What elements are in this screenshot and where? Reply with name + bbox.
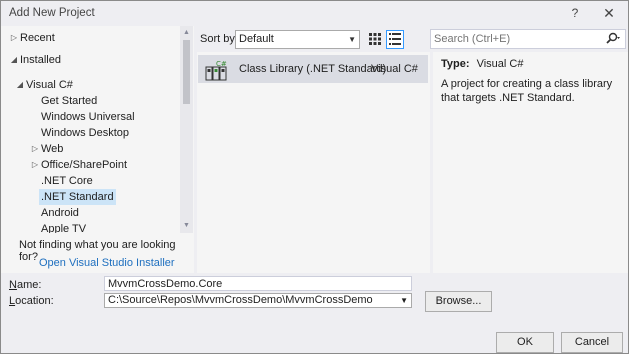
tree-item-windows-universal[interactable]: Windows Universal bbox=[41, 109, 135, 125]
tree-item-label: Recent bbox=[20, 32, 55, 44]
tree-item-net-core[interactable]: .NET Core bbox=[41, 173, 93, 189]
name-label: Name: bbox=[9, 279, 41, 291]
chevron-down-icon: ▼ bbox=[348, 35, 356, 44]
chevron-down-icon: ▼ bbox=[400, 296, 408, 305]
scroll-thumb[interactable] bbox=[183, 40, 190, 104]
tree-item-label: Web bbox=[41, 143, 64, 155]
help-button[interactable]: ? bbox=[565, 5, 585, 21]
tree-item-apple-tv[interactable]: Apple TV bbox=[41, 221, 86, 233]
ok-button[interactable]: OK bbox=[496, 332, 554, 353]
tree-item-windows-desktop[interactable]: Windows Desktop bbox=[41, 125, 129, 141]
name-label-text: ame: bbox=[16, 279, 42, 291]
search-icon[interactable] bbox=[605, 32, 621, 46]
type-line: Type: Visual C# bbox=[441, 58, 523, 70]
scroll-up-icon[interactable]: ▲ bbox=[182, 28, 191, 38]
grid-view-icon[interactable] bbox=[366, 30, 384, 49]
collapse-arrow-icon[interactable]: ◢ bbox=[15, 77, 25, 93]
tree-item-net-standard[interactable]: .NET Standard bbox=[39, 189, 116, 205]
expand-arrow-icon[interactable]: ▷ bbox=[9, 30, 19, 46]
expand-arrow-icon[interactable]: ▷ bbox=[30, 157, 40, 173]
search-input[interactable] bbox=[434, 32, 599, 46]
sort-toolbar: Sort by: Default ▼ bbox=[197, 29, 429, 51]
installer-prompt: Not finding what you are looking for? Op… bbox=[1, 233, 194, 273]
template-list: C# Class Library (.NET Standard) Visual … bbox=[197, 52, 430, 273]
template-details: Type: Visual C# A project for creating a… bbox=[433, 52, 628, 273]
location-label: Location: bbox=[9, 295, 54, 307]
expand-arrow-icon[interactable]: ▷ bbox=[30, 141, 40, 157]
type-label: Type: bbox=[441, 58, 470, 70]
tree-scrollbar[interactable]: ▲ ▼ bbox=[180, 26, 193, 233]
template-search[interactable] bbox=[430, 29, 626, 49]
dialog-title: Add New Project bbox=[9, 7, 95, 19]
project-name-field[interactable] bbox=[104, 276, 412, 291]
tree-item-label: Installed bbox=[20, 54, 61, 66]
type-value: Visual C# bbox=[476, 58, 524, 70]
location-value: C:\Source\Repos\MvvmCrossDemo\MvvmCrossD… bbox=[108, 294, 373, 306]
collapse-arrow-icon[interactable]: ◢ bbox=[9, 52, 19, 68]
template-language: Visual C# bbox=[371, 63, 418, 75]
template-name: Class Library (.NET Standard) bbox=[239, 63, 387, 75]
title-bar: Add New Project ? ✕ bbox=[1, 1, 628, 25]
tree-item-get-started[interactable]: Get Started bbox=[41, 93, 97, 109]
browse-button[interactable]: Browse... bbox=[425, 291, 492, 312]
location-dropdown[interactable]: C:\Source\Repos\MvvmCrossDemo\MvvmCrossD… bbox=[104, 293, 412, 308]
name-label-accesskey: N bbox=[9, 279, 17, 291]
svg-text:C#: C# bbox=[216, 60, 227, 68]
template-category-tree: ▷ Recent ◢ Installed ◢ Visual C# Get Sta… bbox=[1, 26, 194, 233]
template-description: A project for creating a class library t… bbox=[441, 78, 613, 104]
location-label-text: ocation: bbox=[15, 295, 54, 307]
template-row-class-library[interactable]: C# Class Library (.NET Standard) Visual … bbox=[198, 55, 428, 83]
open-installer-link[interactable]: Open Visual Studio Installer bbox=[39, 257, 175, 269]
tree-item-label: Office/SharePoint bbox=[41, 159, 128, 171]
tree-item-label: Visual C# bbox=[26, 79, 73, 91]
close-button[interactable]: ✕ bbox=[599, 5, 619, 21]
scroll-down-icon[interactable]: ▼ bbox=[182, 221, 191, 231]
tree-item-android[interactable]: Android bbox=[41, 205, 79, 221]
cancel-button[interactable]: Cancel bbox=[561, 332, 623, 353]
sort-by-value: Default bbox=[239, 33, 274, 45]
sort-by-dropdown[interactable]: Default ▼ bbox=[235, 30, 360, 49]
add-new-project-dialog: Add New Project ? ✕ ▷ Recent ◢ Installed… bbox=[0, 0, 629, 354]
list-view-icon[interactable] bbox=[386, 30, 404, 49]
class-library-icon: C# bbox=[205, 59, 227, 81]
sort-by-label: Sort by: bbox=[200, 33, 238, 45]
